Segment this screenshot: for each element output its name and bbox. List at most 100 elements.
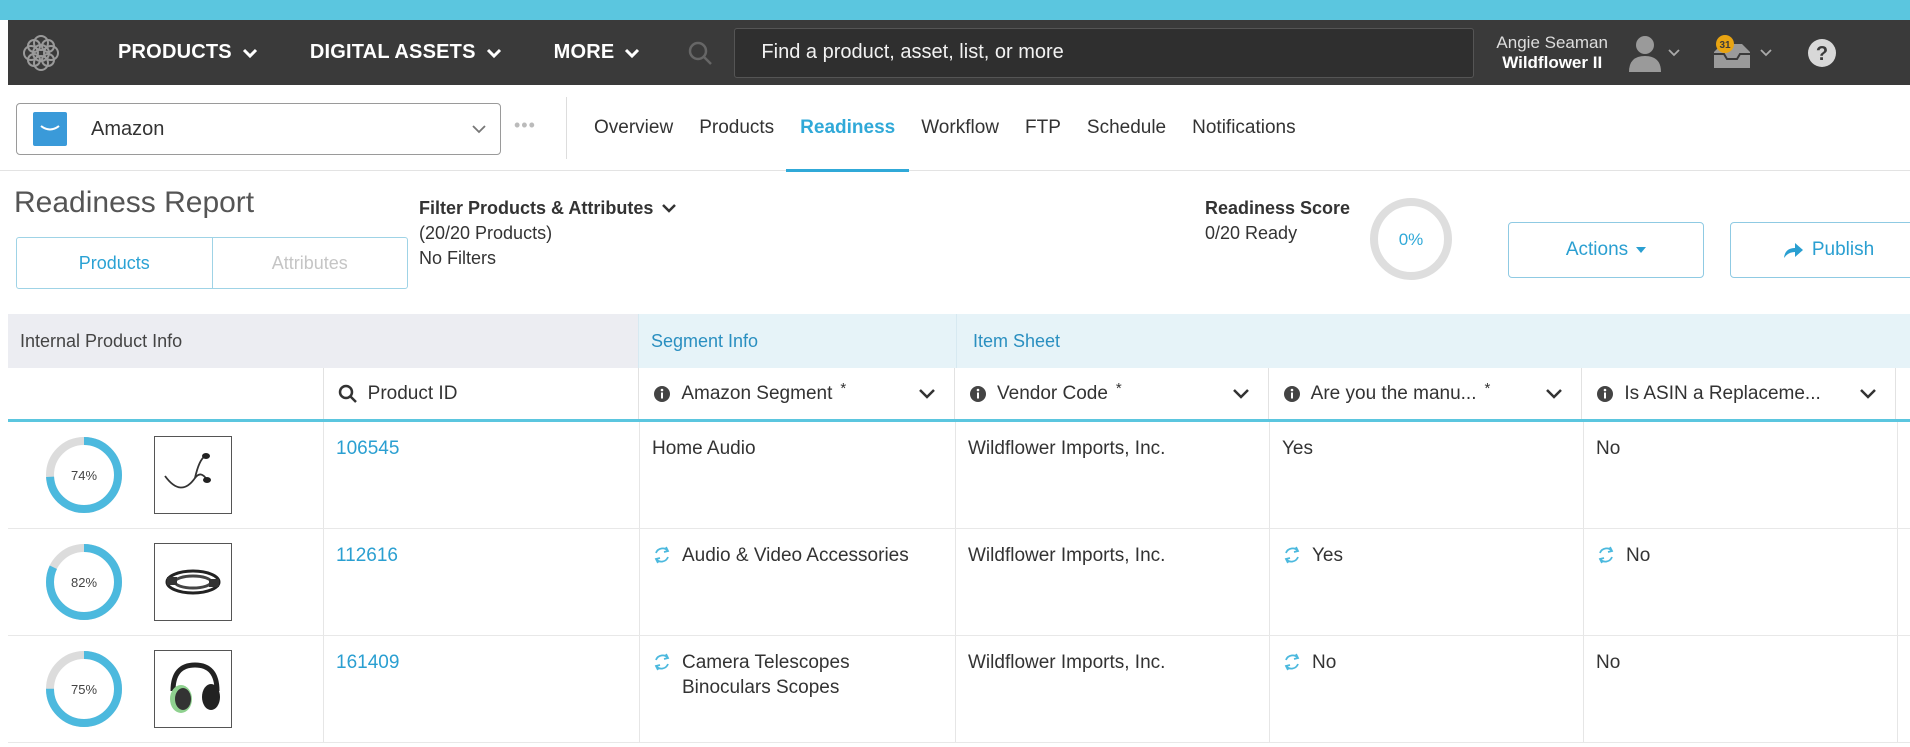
sync-icon [654, 653, 670, 671]
search-icon[interactable] [686, 39, 714, 67]
info-icon[interactable] [969, 385, 987, 403]
overflow-cell [1898, 422, 1910, 528]
group-segment-info[interactable]: Segment Info [638, 314, 956, 368]
segment-cell[interactable]: Camera Telescopes Binoculars Scopes [640, 636, 956, 742]
user-avatar-menu[interactable] [1628, 34, 1680, 72]
column-group-row: Internal Product Info Segment Info Item … [8, 314, 1910, 368]
nav-more-label: MORE [553, 41, 615, 63]
toggle-attributes-button[interactable]: Attributes [213, 238, 408, 288]
search-icon[interactable] [338, 384, 358, 404]
table-row[interactable]: 82% 112616 Audio & Video Accessories Wil… [8, 529, 1910, 636]
product-visual-cell: 82% [8, 529, 324, 635]
manufacturer-value: Yes [1282, 438, 1313, 459]
chevron-down-icon [486, 48, 501, 58]
group-internal-product-info: Internal Product Info [8, 314, 638, 368]
tab-schedule[interactable]: Schedule [1087, 85, 1166, 171]
chevron-down-icon[interactable] [1545, 388, 1563, 400]
sync-icon [1284, 546, 1300, 564]
user-menu[interactable]: Angie Seaman Wildflower II [1496, 33, 1608, 73]
completion-percent: 82% [71, 575, 97, 590]
caret-down-icon [1636, 247, 1647, 253]
tab-notifications[interactable]: Notifications [1192, 85, 1296, 171]
chevron-down-icon [472, 124, 486, 133]
publish-button[interactable]: Publish [1730, 222, 1910, 278]
header-asin-replacement-label: Is ASIN a Replaceme... [1624, 382, 1821, 404]
asin-value: No [1626, 545, 1651, 566]
header-vendor-code[interactable]: Vendor Code * [955, 368, 1269, 419]
product-id-link[interactable]: 161409 [324, 636, 640, 742]
top-navbar: PRODUCTS DIGITAL ASSETS MORE Find a prod… [8, 20, 1910, 85]
tab-readiness[interactable]: Readiness [786, 85, 910, 172]
info-icon[interactable] [653, 385, 671, 403]
manufacturer-cell[interactable]: Yes [1270, 529, 1584, 635]
chevron-down-icon[interactable] [1232, 388, 1250, 400]
headphones-product-image [170, 662, 220, 713]
top-accent-strip [0, 0, 1910, 20]
manufacturer-cell[interactable]: Yes [1270, 422, 1584, 528]
product-thumbnail[interactable] [154, 436, 232, 514]
readiness-grid: Internal Product Info Segment Info Item … [8, 314, 1910, 743]
tab-ftp[interactable]: FTP [1025, 85, 1061, 171]
table-row[interactable]: 75% 161409 Camera Telescopes Binoculars … [8, 636, 1910, 743]
manufacturer-cell[interactable]: No [1270, 636, 1584, 742]
segment-value: Camera Telescopes Binoculars Scopes [682, 652, 850, 698]
user-avatar-icon [1628, 35, 1661, 72]
chevron-down-icon[interactable] [1859, 388, 1877, 400]
toggle-products-button[interactable]: Products [17, 238, 213, 288]
completion-ring: 75% [46, 651, 122, 727]
header-product-id[interactable]: Product ID [324, 368, 640, 419]
product-thumbnail[interactable] [154, 543, 232, 621]
asin-value: No [1596, 652, 1621, 673]
actions-label: Actions [1565, 239, 1629, 260]
channel-dropdown[interactable]: Amazon [16, 103, 501, 155]
header-manufacturer[interactable]: Are you the manu... * [1269, 368, 1583, 419]
header-vendor-code-label: Vendor Code [997, 382, 1108, 404]
vendor-value: Wildflower Imports, Inc. [968, 545, 1166, 566]
table-row[interactable]: 74% 106545 Home Audio Wildflower Imports… [8, 422, 1910, 529]
vendor-cell[interactable]: Wildflower Imports, Inc. [956, 529, 1270, 635]
channel-more-options[interactable]: ••• [514, 115, 536, 136]
asin-cell[interactable]: No [1584, 422, 1898, 528]
product-id-link[interactable]: 112616 [324, 529, 640, 635]
vendor-cell[interactable]: Wildflower Imports, Inc. [956, 636, 1270, 742]
vendor-value: Wildflower Imports, Inc. [968, 438, 1166, 459]
vendor-cell[interactable]: Wildflower Imports, Inc. [956, 422, 1270, 528]
segment-value: Home Audio [652, 438, 756, 459]
asin-cell[interactable]: No [1584, 636, 1898, 742]
nav-digital-assets-menu[interactable]: DIGITAL ASSETS [310, 41, 502, 64]
help-icon[interactable]: ? [1806, 37, 1838, 69]
global-search-input[interactable]: Find a product, asset, list, or more [734, 27, 1475, 78]
tab-workflow[interactable]: Workflow [921, 85, 999, 171]
overflow-cell [1898, 529, 1910, 635]
filter-state: No Filters [419, 248, 497, 268]
user-name: Angie Seaman [1496, 32, 1608, 52]
info-icon[interactable] [1596, 385, 1614, 403]
notifications-menu[interactable]: 31 [1710, 34, 1772, 72]
tab-overview[interactable]: Overview [594, 85, 673, 171]
header-manufacturer-label: Are you the manu... [1310, 382, 1477, 404]
header-asin-replacement[interactable]: Is ASIN a Replaceme... [1582, 368, 1897, 419]
chevron-down-icon[interactable] [918, 388, 936, 400]
completion-ring: 74% [46, 437, 122, 513]
readiness-score: Readiness Score 0/20 Ready [1205, 196, 1350, 246]
nav-more-menu[interactable]: MORE [554, 41, 641, 64]
svg-text:?: ? [1816, 43, 1828, 65]
app-logo-icon[interactable] [16, 28, 66, 78]
nav-products-label: PRODUCTS [118, 41, 232, 63]
product-thumbnail[interactable] [154, 650, 232, 728]
segment-cell[interactable]: Audio & Video Accessories [640, 529, 956, 635]
sync-icon [1284, 653, 1300, 671]
segment-cell[interactable]: Home Audio [640, 422, 956, 528]
nav-products-menu[interactable]: PRODUCTS [118, 41, 258, 64]
actions-button[interactable]: Actions [1508, 222, 1704, 278]
product-visual-cell: 75% [8, 636, 324, 742]
product-id-link[interactable]: 106545 [324, 422, 640, 528]
header-amazon-segment[interactable]: Amazon Segment * [639, 368, 955, 419]
group-item-sheet[interactable]: Item Sheet [956, 314, 1910, 368]
tab-products[interactable]: Products [699, 85, 774, 171]
org-name: Wildflower II [1502, 52, 1603, 72]
asin-cell[interactable]: No [1584, 529, 1898, 635]
sync-icon [1598, 546, 1614, 564]
filter-dropdown[interactable]: Filter Products & Attributes [419, 196, 677, 221]
info-icon[interactable] [1283, 385, 1301, 403]
